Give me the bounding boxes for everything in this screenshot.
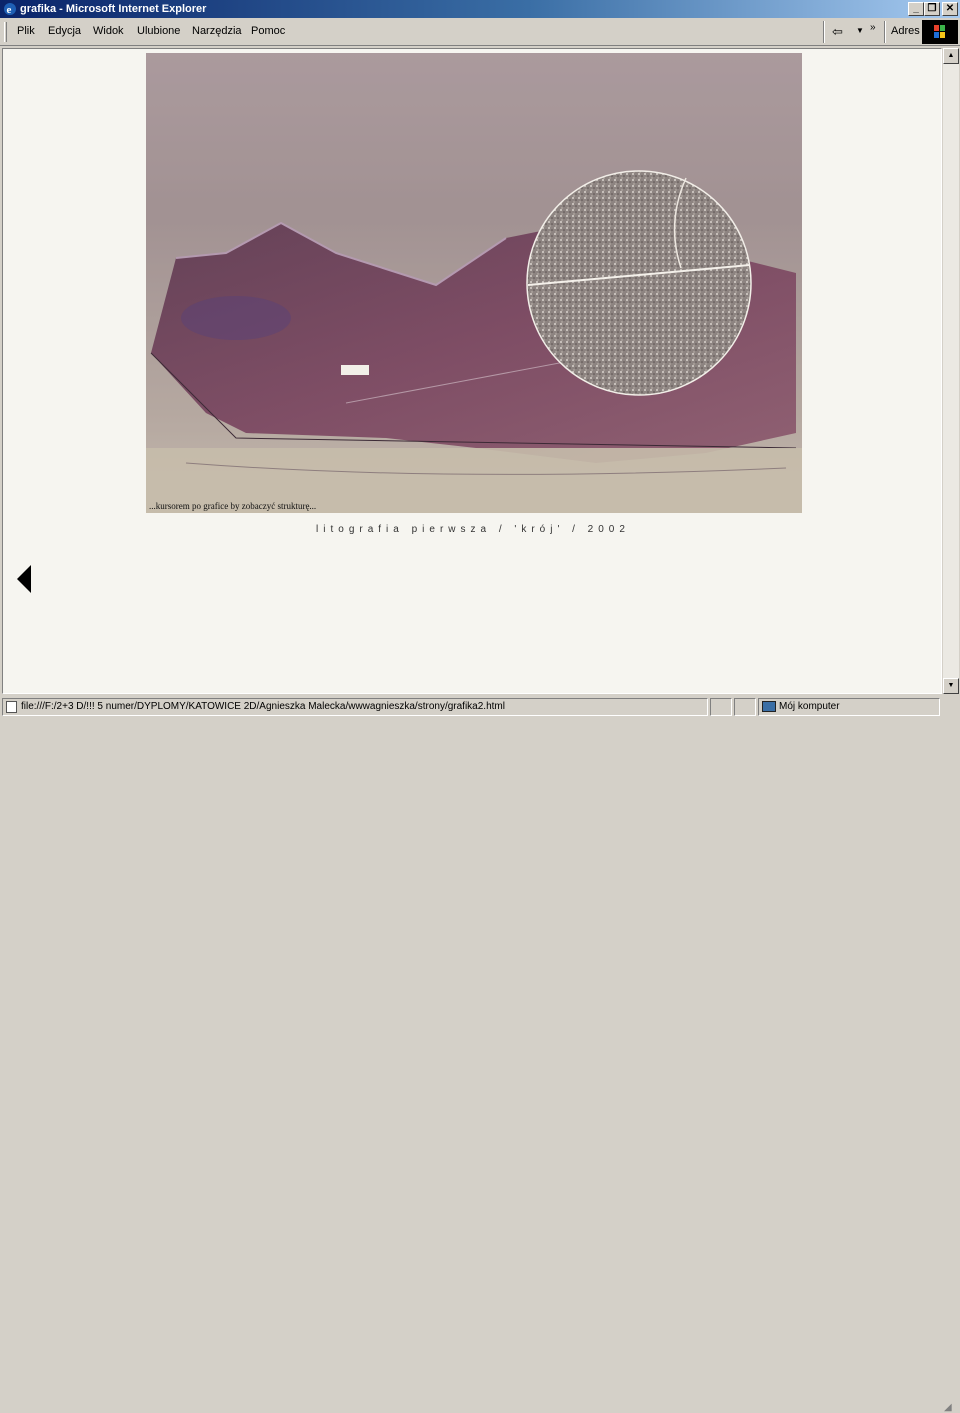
scroll-up-button[interactable]: ▲ <box>943 48 959 64</box>
toolbar-separator <box>823 21 825 43</box>
menu-ulubione[interactable]: Ulubione <box>137 25 180 37</box>
close-button[interactable]: ✕ <box>942 2 958 16</box>
lithograph-image[interactable] <box>146 53 802 513</box>
status-url-field: file:///F:/2+3 D/!!! 5 numer/DYPLOMY/KAT… <box>2 698 708 716</box>
menu-plik[interactable]: Plik <box>17 25 35 37</box>
status-bar: file:///F:/2+3 D/!!! 5 numer/DYPLOMY/KAT… <box>0 696 960 1413</box>
lithograph-artwork[interactable]: ...kursorem po grafice by zobaczyć struk… <box>146 53 802 513</box>
status-zone-text: Mój komputer <box>779 701 840 712</box>
maximize-button[interactable]: ❐ <box>924 2 940 16</box>
resize-grip-icon[interactable]: ◢ <box>944 1402 952 1413</box>
back-dropdown-icon[interactable]: ▼ <box>856 26 864 35</box>
window-title: grafika - Microsoft Internet Explorer <box>20 3 207 15</box>
artwork-hint-text: ...kursorem po grafice by zobaczyć struk… <box>149 501 317 511</box>
toolbar-more-icon[interactable]: » <box>870 22 876 33</box>
vertical-scrollbar[interactable]: ▲ ▼ <box>943 48 959 694</box>
internet-explorer-icon: e <box>4 3 16 16</box>
menu-narzedzia[interactable]: Narzędzia <box>192 25 242 37</box>
page-content: ...kursorem po grafice by zobaczyć struk… <box>2 48 942 694</box>
status-panel <box>734 698 756 716</box>
menu-bar: Plik Edycja Widok Ulubione Narzędzia Pom… <box>0 18 960 46</box>
page-icon <box>6 701 17 713</box>
svg-text:e: e <box>7 4 12 16</box>
address-label[interactable]: Adres <box>891 25 920 37</box>
previous-arrow-icon[interactable] <box>17 565 31 593</box>
minimize-button[interactable]: _ <box>908 2 924 16</box>
menu-widok[interactable]: Widok <box>93 25 124 37</box>
status-zone-field: Mój komputer <box>758 698 940 716</box>
title-bar[interactable]: e grafika - Microsoft Internet Explorer … <box>0 0 960 18</box>
scroll-down-button[interactable]: ▼ <box>943 678 959 694</box>
windows-logo-icon <box>922 20 958 44</box>
toolbar-grip[interactable] <box>4 22 7 42</box>
menu-pomoc[interactable]: Pomoc <box>251 25 285 37</box>
artwork-caption: litografia pierwsza / 'krój' / 2002 <box>316 524 630 535</box>
status-panel <box>710 698 732 716</box>
browser-window: e grafika - Microsoft Internet Explorer … <box>0 0 960 1413</box>
computer-icon <box>762 701 776 712</box>
toolbar-separator <box>884 21 886 43</box>
back-arrow-icon[interactable]: ⇦ <box>832 24 843 40</box>
menu-edycja[interactable]: Edycja <box>48 25 81 37</box>
status-url-text: file:///F:/2+3 D/!!! 5 numer/DYPLOMY/KAT… <box>21 701 505 712</box>
